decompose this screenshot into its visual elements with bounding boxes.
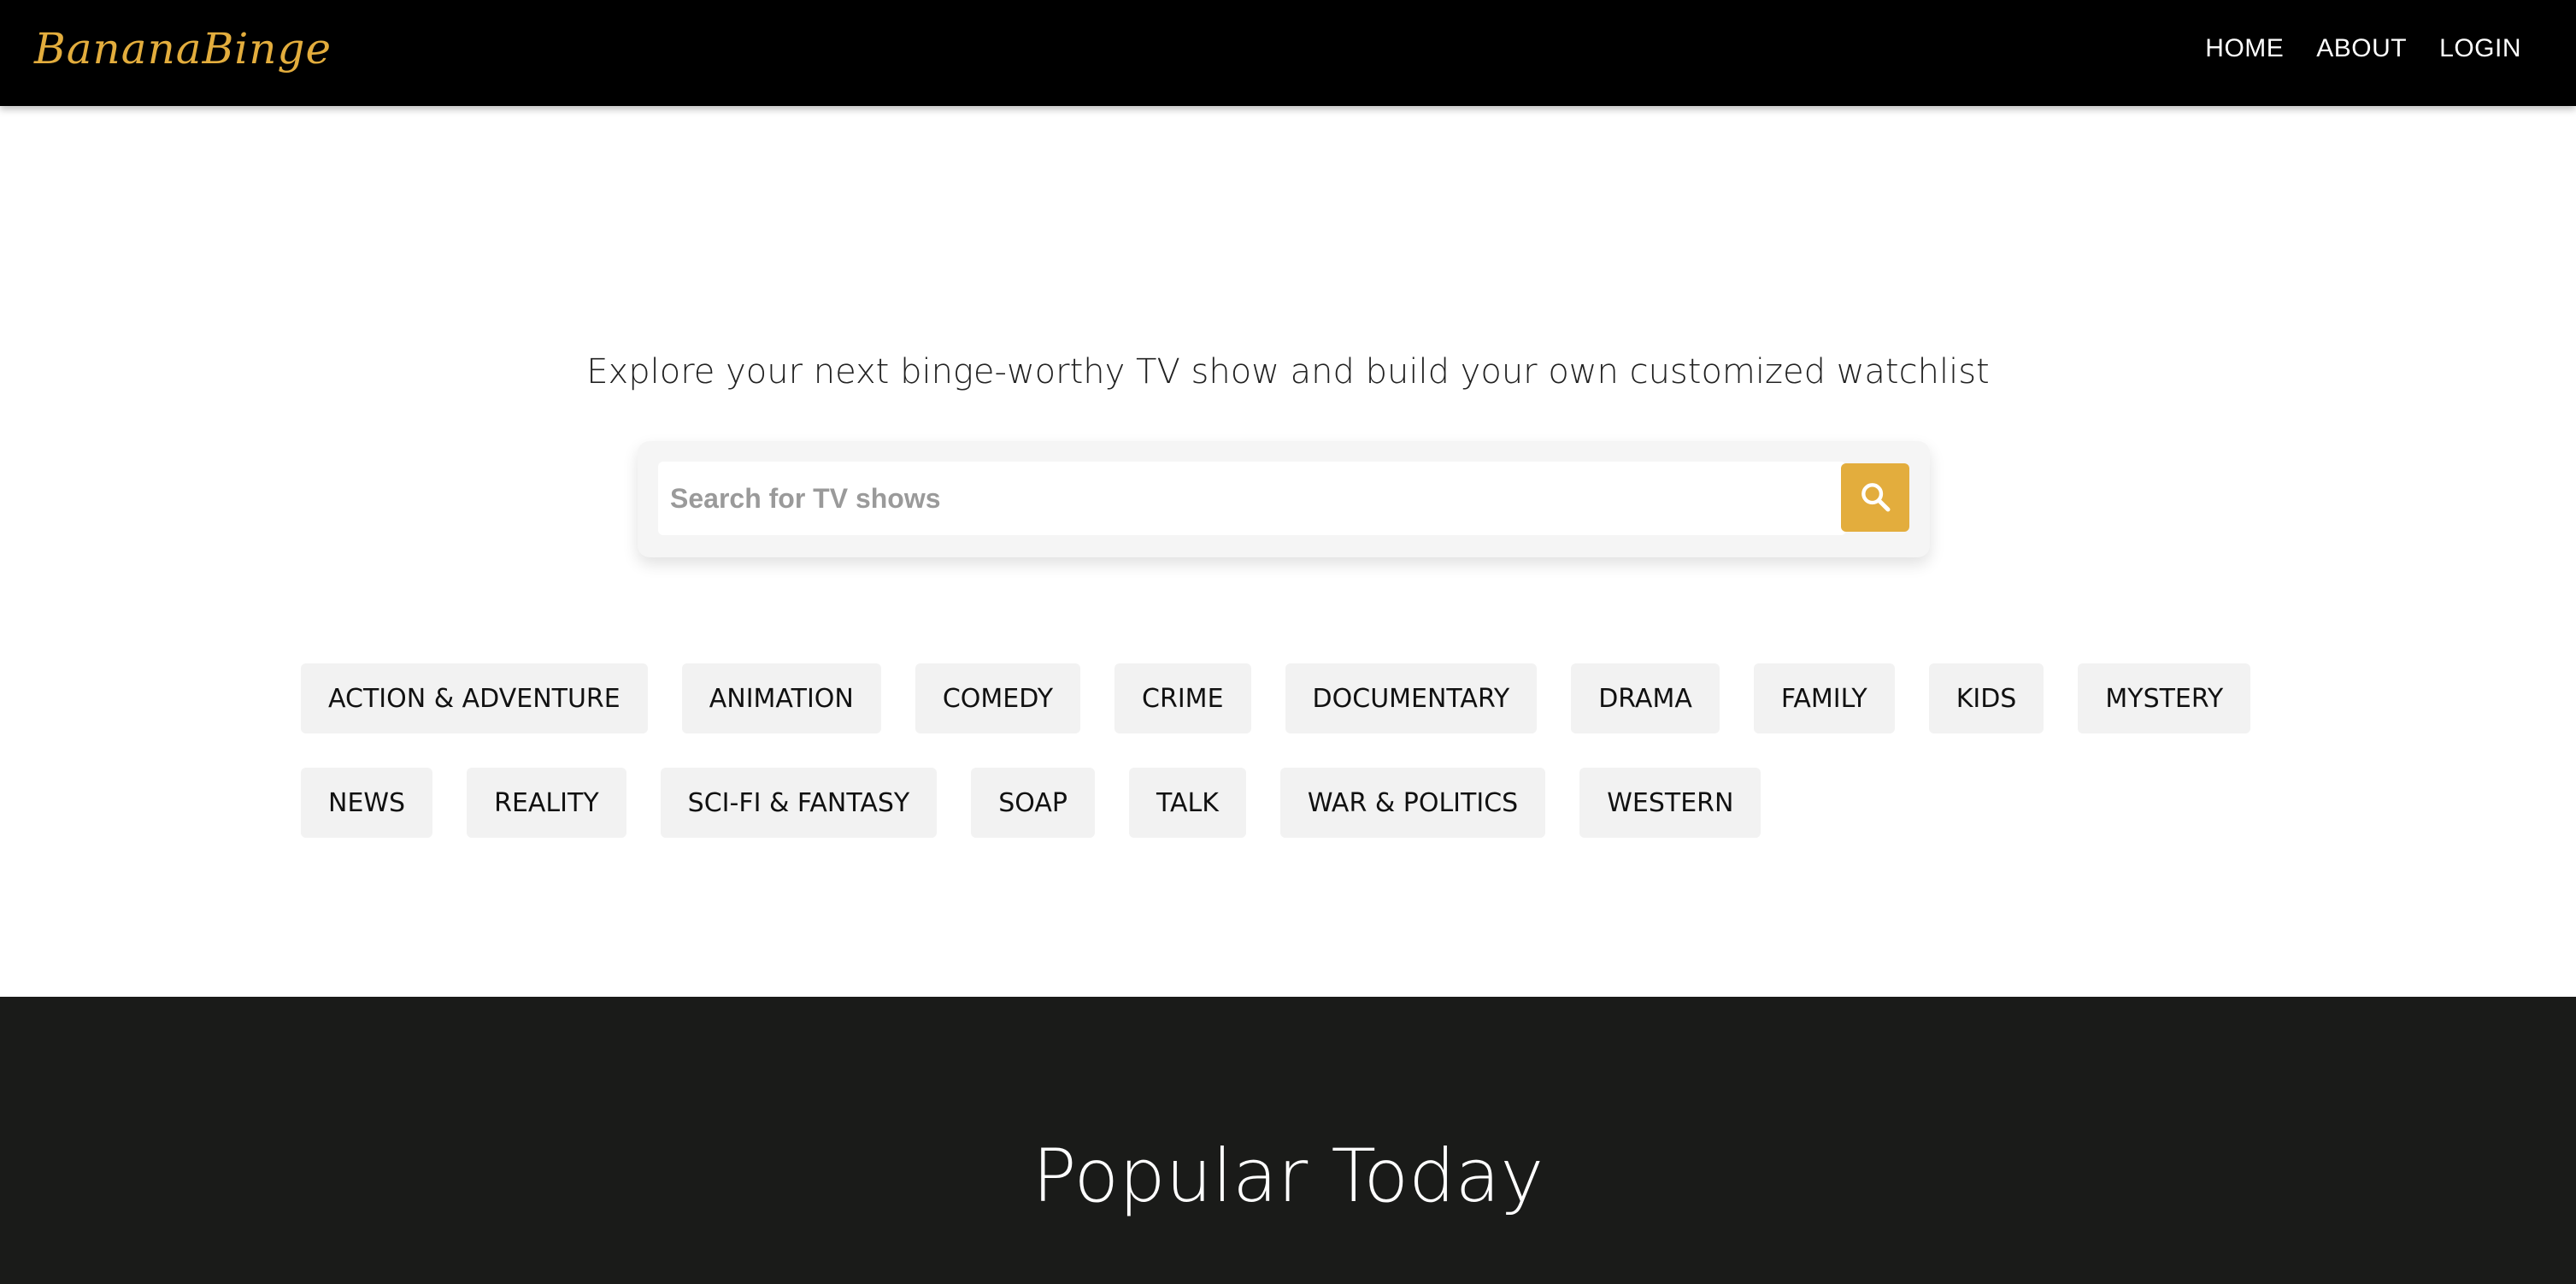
genre-chip-scifi-fantasy[interactable]: SCI-FI & FANTASY (660, 768, 938, 838)
search-panel (638, 441, 1930, 557)
search-icon (1858, 480, 1892, 516)
top-navigation-bar: BananaBinge HOME ABOUT LOGIN (0, 0, 2576, 106)
search-input[interactable] (658, 462, 1846, 535)
genre-chip-family[interactable]: FAMILY (1753, 663, 1895, 733)
genre-chip-action-adventure[interactable]: ACTION & ADVENTURE (301, 663, 648, 733)
genre-chip-talk[interactable]: TALK (1129, 768, 1246, 838)
genre-chip-mystery[interactable]: MYSTERY (2078, 663, 2251, 733)
nav-about-link[interactable]: ABOUT (2316, 34, 2407, 63)
genre-chip-reality[interactable]: REALITY (467, 768, 626, 838)
genre-chip-animation[interactable]: ANIMATION (681, 663, 881, 733)
genre-chip-crime[interactable]: CRIME (1115, 663, 1251, 733)
nav-login-link[interactable]: LOGIN (2439, 34, 2521, 63)
genre-chip-soap[interactable]: SOAP (971, 768, 1095, 838)
genre-chip-comedy[interactable]: COMEDY (915, 663, 1081, 733)
genre-row-2: NEWS REALITY SCI-FI & FANTASY SOAP TALK … (301, 768, 2267, 838)
hero-tagline: Explore your next binge-worthy TV show a… (586, 352, 1990, 392)
brand-logo[interactable]: BananaBinge (34, 24, 332, 74)
main-nav: HOME ABOUT LOGIN (2205, 34, 2521, 63)
genre-list: ACTION & ADVENTURE ANIMATION COMEDY CRIM… (301, 663, 2267, 872)
popular-today-heading: Popular Today (1032, 1134, 1544, 1219)
genre-chip-drama[interactable]: DRAMA (1571, 663, 1720, 733)
genre-chip-kids[interactable]: KIDS (1928, 663, 2044, 733)
search-button[interactable] (1841, 463, 1909, 532)
nav-home-link[interactable]: HOME (2205, 34, 2284, 63)
genre-chip-western[interactable]: WESTERN (1579, 768, 1761, 838)
genre-chip-news[interactable]: NEWS (301, 768, 433, 838)
genre-row-1: ACTION & ADVENTURE ANIMATION COMEDY CRIM… (301, 663, 2267, 733)
genre-chip-documentary[interactable]: DOCUMENTARY (1285, 663, 1538, 733)
genre-chip-war-politics[interactable]: WAR & POLITICS (1279, 768, 1546, 838)
popular-today-section: Popular Today (0, 997, 2576, 1284)
